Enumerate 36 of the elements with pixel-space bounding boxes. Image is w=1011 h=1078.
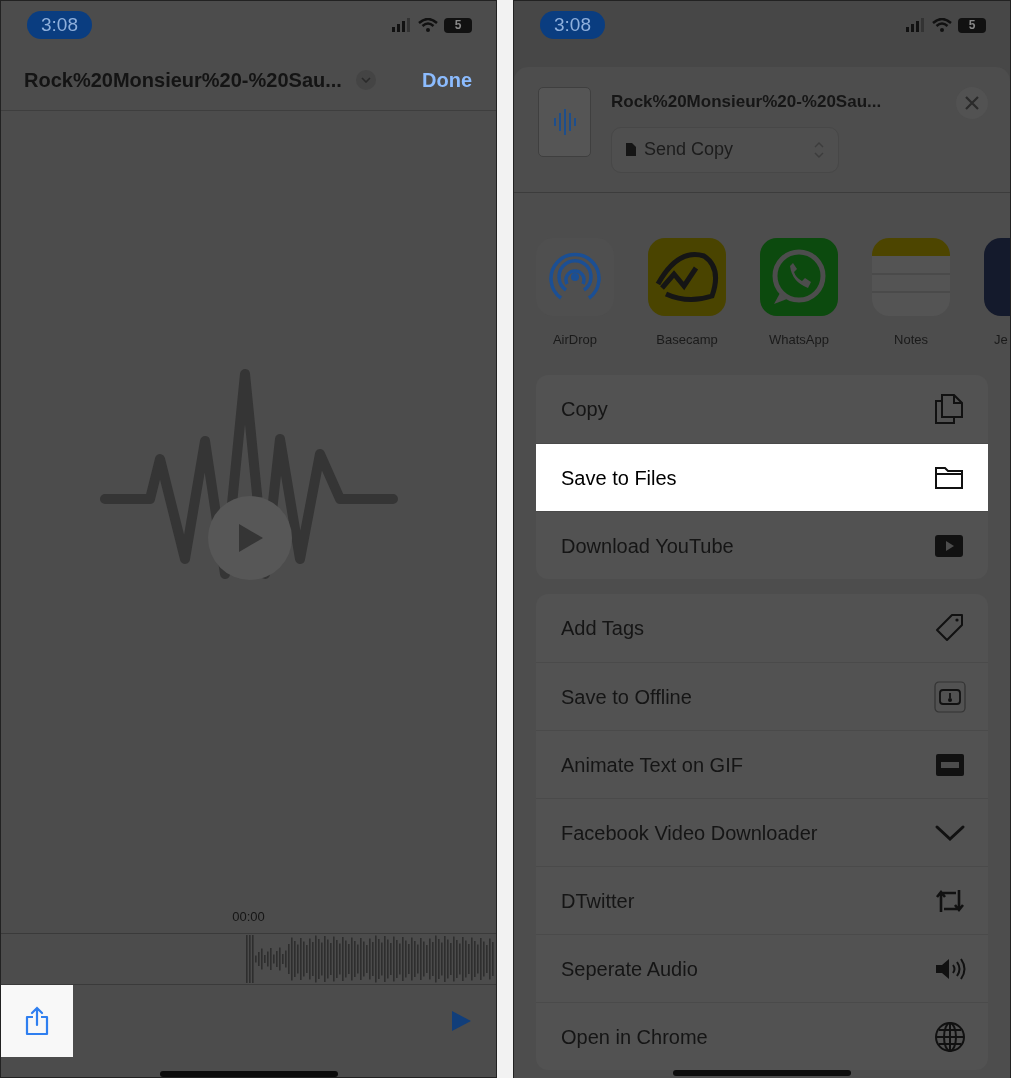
action-row[interactable]: Add Tags <box>536 594 988 662</box>
dropdown-button[interactable] <box>355 69 376 90</box>
app-button[interactable] <box>872 238 950 316</box>
share-button[interactable] <box>1 985 73 1057</box>
battery-icon: 5 <box>958 17 986 33</box>
close-button[interactable] <box>956 87 988 119</box>
signal-icon <box>906 18 926 32</box>
app-button[interactable] <box>760 238 838 316</box>
status-time: 3:08 <box>27 11 92 39</box>
file-title: Rock%20Monsieur%20-%20Sau... <box>24 67 342 93</box>
action-row[interactable]: DTwitter <box>536 866 988 934</box>
play-button[interactable] <box>208 496 292 580</box>
action-row[interactable]: Download YouTube <box>536 511 988 579</box>
tag-icon <box>934 612 966 644</box>
document-icon <box>626 143 636 156</box>
wifi-icon <box>418 18 438 32</box>
file-title: Rock%20Monsieur%20-%20Sau... <box>611 91 882 113</box>
share-icon <box>24 1006 50 1036</box>
sound-wave-icon <box>551 108 578 136</box>
action-row[interactable]: Facebook Video Downloader <box>536 798 988 866</box>
download-box-icon <box>934 680 966 713</box>
action-row[interactable]: Copy <box>536 375 988 443</box>
play-icon <box>450 1010 472 1032</box>
documents-icon <box>934 393 966 425</box>
globe-icon <box>934 1020 966 1053</box>
signal-icon <box>392 18 412 32</box>
close-icon <box>965 96 979 110</box>
action-row[interactable]: Save to Files <box>536 443 988 511</box>
battery-icon: 5 <box>444 17 472 33</box>
action-row[interactable]: Animate Text on GIF <box>536 730 988 798</box>
wifi-icon <box>932 18 952 32</box>
action-row[interactable]: Save to Offline <box>536 662 988 730</box>
action-row[interactable]: Seperate Audio <box>536 934 988 1002</box>
status-time: 3:08 <box>540 11 605 39</box>
chevron-icon <box>360 76 371 83</box>
done-button[interactable]: Done <box>422 64 472 95</box>
